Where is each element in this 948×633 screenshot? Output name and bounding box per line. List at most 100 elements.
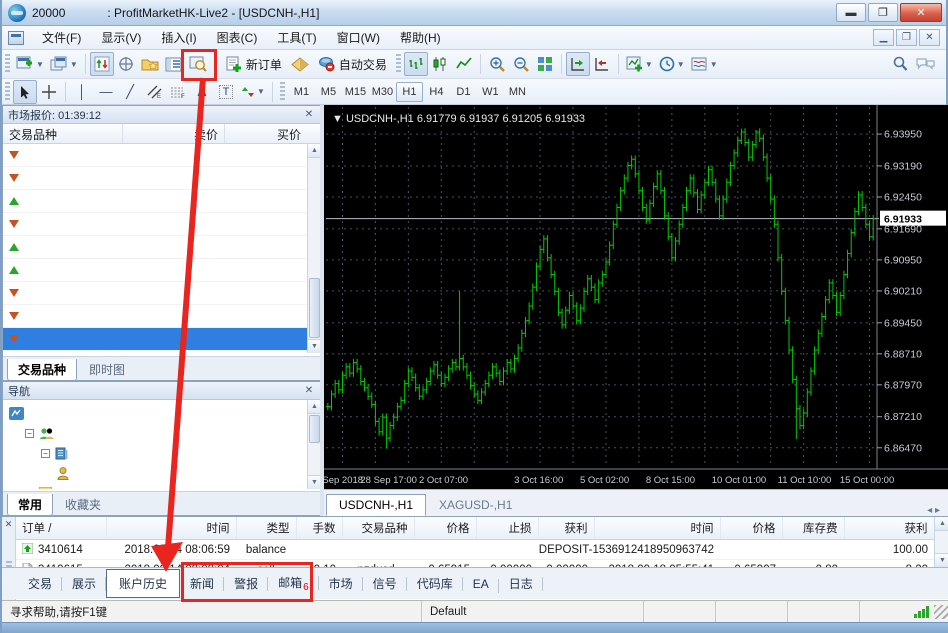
terminal-tab-1[interactable]: 展示 xyxy=(62,571,106,596)
strategy-tester-button[interactable] xyxy=(186,52,210,76)
terminal-col-0[interactable]: 订单 / xyxy=(16,517,106,540)
arrows-tool-button[interactable]: ▼ xyxy=(238,80,268,104)
market-watch-scrollbar[interactable]: ▲ ▼ xyxy=(307,144,321,353)
col-symbol[interactable]: 交易品种 xyxy=(3,124,123,143)
menu-item-1[interactable]: 显示(V) xyxy=(91,27,151,48)
text-label-button[interactable]: T xyxy=(214,80,238,104)
market-watch-tab-1[interactable]: 即时图 xyxy=(79,359,135,380)
terminal-tab-4[interactable]: 警报 xyxy=(224,571,268,596)
chart-tab-scroll-arrows[interactable]: ◂ ▸ xyxy=(927,505,948,516)
terminal-row-3410615[interactable]: 34106152018.09.14 08:08:04sell0.10nzdusd… xyxy=(16,560,934,568)
periods-button[interactable]: ▼ xyxy=(656,52,688,76)
market-watch-tab-0[interactable]: 交易品种 xyxy=(7,359,77,381)
child-close-button[interactable]: ✕ xyxy=(919,29,940,46)
terminal-tab-3[interactable]: 新闻 xyxy=(180,571,224,596)
col-bid[interactable]: 卖价 xyxy=(123,124,225,143)
menu-item-5[interactable]: 窗口(W) xyxy=(327,27,390,48)
indicators-button[interactable]: ▼ xyxy=(623,52,656,76)
market-watch-row-xagusd[interactable] xyxy=(3,305,321,328)
cursor-tool-button[interactable] xyxy=(13,80,37,104)
collapse-icon[interactable]: − xyxy=(41,449,50,458)
terminal-tab-8[interactable]: 代码库 xyxy=(407,571,463,596)
autotrading-button[interactable]: 自动交易 xyxy=(312,52,393,76)
child-restore-button[interactable]: ❐ xyxy=(896,29,917,46)
fibonacci-button[interactable]: F xyxy=(166,80,190,104)
terminal-col-10[interactable]: 库存费 xyxy=(782,517,844,540)
bar-chart-button[interactable] xyxy=(404,52,428,76)
terminal-tab-9[interactable]: EA xyxy=(463,573,499,595)
chat-button[interactable] xyxy=(912,52,938,76)
menu-item-3[interactable]: 图表(C) xyxy=(207,27,268,48)
terminal-tab-6[interactable]: 市场 xyxy=(319,571,363,596)
toolbar-grip[interactable] xyxy=(5,54,10,74)
timeframe-button-mn[interactable]: MN xyxy=(504,82,531,102)
tree-item-3[interactable] xyxy=(3,463,321,483)
scroll-up-icon[interactable]: ▲ xyxy=(935,517,948,531)
col-ask[interactable]: 买价 xyxy=(225,124,307,143)
terminal-col-4[interactable]: 交易品种 xyxy=(342,517,414,540)
tree-item-1[interactable]: − xyxy=(3,423,321,443)
minimize-button[interactable]: ▬ xyxy=(836,3,866,22)
zoom-in-button[interactable] xyxy=(485,52,509,76)
terminal-col-9[interactable]: 价格 xyxy=(720,517,782,540)
terminal-col-7[interactable]: 获利 xyxy=(538,517,594,540)
new-chart-button[interactable]: ▼ xyxy=(13,52,47,76)
timeframe-button-m5[interactable]: M5 xyxy=(315,82,342,102)
market-watch-row-usdjpy[interactable] xyxy=(3,282,321,305)
scroll-down-icon[interactable]: ▼ xyxy=(935,553,948,567)
menu-item-0[interactable]: 文件(F) xyxy=(32,27,91,48)
timeframe-button-h1[interactable]: H1 xyxy=(396,82,423,102)
shift-chart-button[interactable] xyxy=(566,52,590,76)
market-watch-row-usdcad[interactable] xyxy=(3,190,321,213)
terminal-col-5[interactable]: 价格 xyxy=(414,517,476,540)
timeframe-button-m1[interactable]: M1 xyxy=(288,82,315,102)
expand-icon[interactable]: + xyxy=(25,489,34,490)
close-icon[interactable]: ✕ xyxy=(2,517,15,530)
trendline-button[interactable]: ╱ xyxy=(118,80,142,104)
channel-button[interactable]: E xyxy=(142,80,166,104)
metaeditor-button[interactable] xyxy=(288,52,312,76)
timeframe-button-m15[interactable]: M15 xyxy=(342,82,369,102)
timeframe-button-w1[interactable]: W1 xyxy=(477,82,504,102)
market-watch-row-xauusd[interactable] xyxy=(3,328,321,351)
timeframe-button-m30[interactable]: M30 xyxy=(369,82,396,102)
navigator-button[interactable] xyxy=(138,52,162,76)
market-watch-titlebar[interactable]: 市场报价: 01:39:12 ✕ xyxy=(3,106,321,124)
restore-button[interactable]: ❐ xyxy=(868,3,898,22)
tile-windows-button[interactable] xyxy=(533,52,557,76)
profiles-button[interactable]: ▼ xyxy=(47,52,81,76)
child-minimize-button[interactable]: ▁ xyxy=(873,29,894,46)
terminal-col-11[interactable]: 获利 xyxy=(844,517,934,540)
close-button[interactable]: ✕ xyxy=(900,3,942,22)
resize-grip[interactable] xyxy=(934,605,948,619)
market-watch-row-audusd[interactable] xyxy=(3,259,321,282)
terminal-tab-10[interactable]: 日志 xyxy=(499,571,543,596)
vertical-line-button[interactable]: │ xyxy=(70,80,94,104)
horizontal-line-button[interactable]: — xyxy=(94,80,118,104)
line-chart-button[interactable] xyxy=(452,52,476,76)
navigator-titlebar[interactable]: 导航 ✕ xyxy=(3,382,321,400)
menu-item-2[interactable]: 插入(I) xyxy=(151,27,206,48)
tree-item-0[interactable] xyxy=(3,403,321,423)
chart-tab-1[interactable]: XAGUSD-,H1 xyxy=(426,494,525,516)
zoom-out-button[interactable] xyxy=(509,52,533,76)
close-icon[interactable]: ✕ xyxy=(302,385,316,396)
terminal-row-3410614[interactable]: 34106142018.09.14 08:06:59balanceDEPOSIT… xyxy=(16,540,934,560)
terminal-scrollbar[interactable]: ▲ ▼ xyxy=(934,517,948,567)
collapse-icon[interactable]: − xyxy=(25,429,34,438)
auto-scroll-button[interactable] xyxy=(590,52,614,76)
terminal-button[interactable] xyxy=(162,52,186,76)
navigator-scrollbar[interactable]: ▲ ▼ xyxy=(307,400,321,489)
tree-item-4[interactable]: +f xyxy=(3,483,321,489)
status-profile[interactable]: Default xyxy=(422,601,644,622)
timeframe-button-d1[interactable]: D1 xyxy=(450,82,477,102)
terminal-col-6[interactable]: 止损 xyxy=(476,517,538,540)
terminal-tab-2[interactable]: 账户历史 xyxy=(106,569,180,598)
market-watch-row-gbpjpy[interactable] xyxy=(3,167,321,190)
close-icon[interactable]: ✕ xyxy=(302,109,316,120)
terminal-col-3[interactable]: 手数 xyxy=(296,517,342,540)
menu-item-6[interactable]: 帮助(H) xyxy=(390,27,451,48)
market-watch-button[interactable] xyxy=(90,52,114,76)
tree-item-2[interactable]: − xyxy=(3,443,321,463)
chart-tab-0[interactable]: USDCNH-,H1 xyxy=(326,494,426,516)
